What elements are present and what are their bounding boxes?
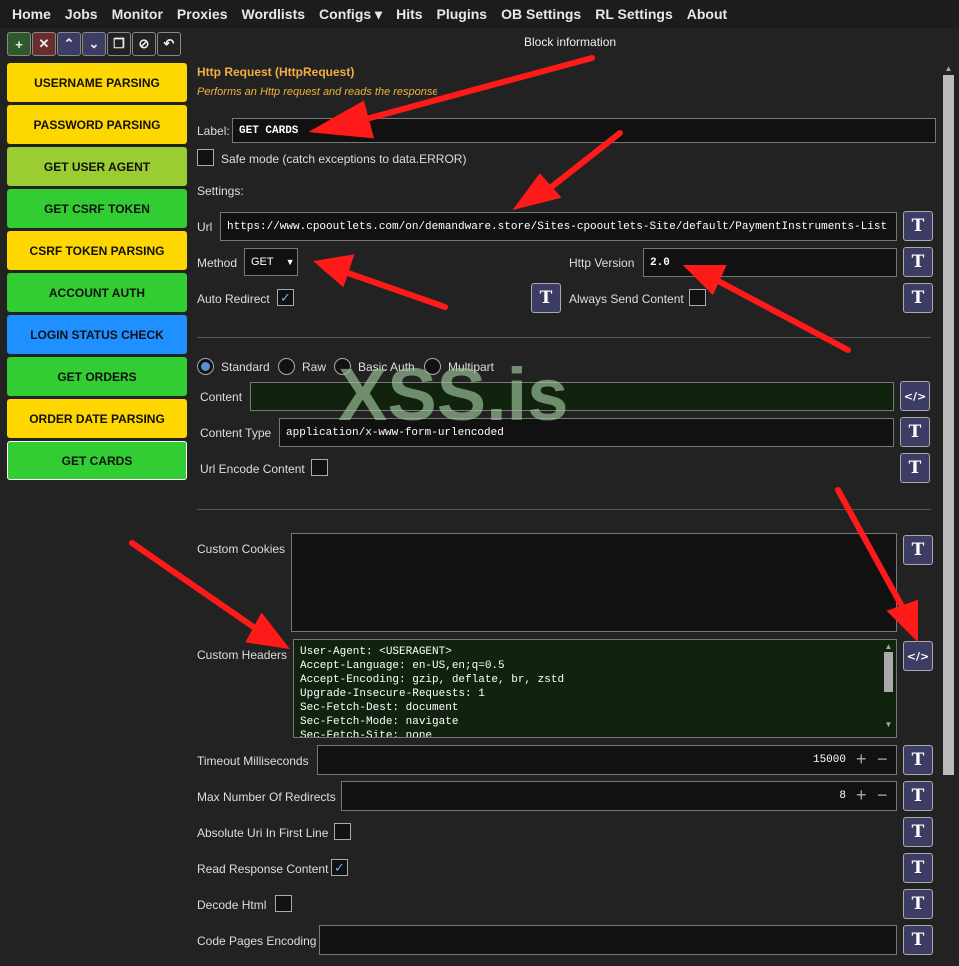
annotation-arrows [129,55,918,650]
